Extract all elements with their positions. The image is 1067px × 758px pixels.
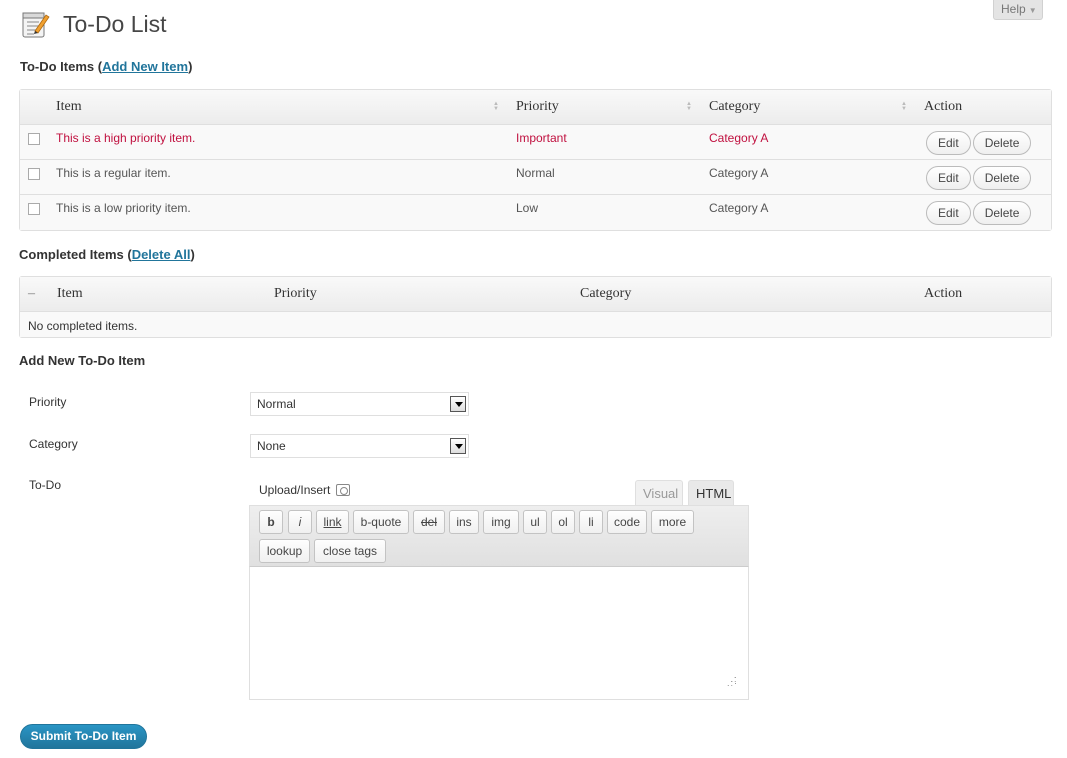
column-label: Priority — [516, 99, 559, 114]
completed-heading-suffix: ) — [190, 247, 195, 262]
column-header-category[interactable]: Category ▲ ▼ — [701, 90, 916, 125]
column-header-priority: Priority — [266, 277, 572, 312]
item-cell: This is a regular item. — [48, 160, 508, 195]
sort-arrows-icon: ▲ ▼ — [901, 101, 907, 112]
add-new-item-link[interactable]: Add New Item — [102, 59, 188, 74]
table-header-row: – Item Priority Category Action — [20, 277, 1051, 312]
column-header-item[interactable]: Item ▲ ▼ — [48, 90, 508, 125]
quicktag-bold-button[interactable]: b — [259, 510, 283, 534]
action-cell: Edit Delete — [916, 195, 1051, 230]
table-header-row: Item ▲ ▼ Priority ▲ ▼ Category ▲ ▼ Action — [20, 90, 1051, 125]
add-new-heading: Add New To-Do Item — [19, 353, 146, 368]
todo-label: To-Do — [29, 478, 62, 492]
sort-arrows-icon: ▲ ▼ — [493, 101, 499, 112]
dropdown-arrow-icon[interactable] — [450, 396, 466, 412]
row-checkbox-cell — [20, 125, 48, 160]
delete-button[interactable]: Delete — [972, 166, 1032, 190]
priority-cell: Normal — [508, 160, 701, 195]
item-cell: This is a high priority item. — [48, 125, 508, 160]
quicktag-lookup-button[interactable]: lookup — [259, 539, 310, 563]
todo-heading-suffix: ) — [188, 59, 193, 74]
row-checkbox[interactable] — [28, 133, 40, 145]
column-header-action: Action — [916, 90, 1051, 125]
quicktag-code-button[interactable]: code — [607, 510, 647, 534]
page-title: To-Do List — [63, 11, 167, 37]
upload-insert-label: Upload/Insert — [259, 483, 331, 497]
quicktag-ul-button[interactable]: ul — [523, 510, 547, 534]
table-row: This is a regular item. Normal Category … — [20, 160, 1051, 195]
todo-heading-text: To-Do Items ( — [20, 59, 103, 74]
sort-arrows-icon: ▲ ▼ — [686, 101, 692, 112]
empty-message: No completed items. — [20, 312, 1051, 337]
delete-button[interactable]: Delete — [972, 131, 1032, 155]
quicktag-bquote-button[interactable]: b-quote — [353, 510, 409, 534]
priority-selected-value: Normal — [257, 397, 296, 411]
todo-items-heading: To-Do Items (Add New Item) — [20, 59, 192, 74]
todo-textarea[interactable]: . .: .:· — [249, 566, 749, 700]
edit-button[interactable]: Edit — [926, 131, 971, 155]
dropdown-arrow-icon[interactable] — [450, 438, 466, 454]
quicktag-li-button[interactable]: li — [579, 510, 603, 534]
quicktag-ins-button[interactable]: ins — [449, 510, 479, 534]
help-button[interactable]: Help ▼ — [993, 0, 1043, 20]
completed-items-table: – Item Priority Category Action No compl… — [19, 276, 1052, 338]
tab-html[interactable]: HTML — [688, 480, 734, 506]
row-checkbox[interactable] — [28, 203, 40, 215]
upload-media-icon[interactable] — [336, 484, 351, 496]
priority-cell: Low — [508, 195, 701, 230]
row-checkbox-cell — [20, 160, 48, 195]
category-label: Category — [29, 437, 78, 451]
priority-label: Priority — [29, 395, 67, 409]
column-label: Item — [56, 99, 82, 114]
edit-button[interactable]: Edit — [926, 201, 971, 225]
category-select[interactable]: None — [250, 434, 469, 458]
column-header-action: Action — [916, 277, 1051, 312]
upload-insert: Upload/Insert — [259, 483, 351, 497]
completed-heading-text: Completed Items ( — [19, 247, 132, 262]
table-row: This is a low priority item. Low Categor… — [20, 195, 1051, 230]
column-header-priority[interactable]: Priority ▲ ▼ — [508, 90, 701, 125]
chevron-down-icon: ▼ — [1028, 6, 1037, 15]
editor-toolbar: b i link b-quote del ins img ul ol li co… — [249, 505, 749, 567]
quicktag-italic-button[interactable]: i — [288, 510, 312, 534]
header-check-column — [20, 90, 48, 125]
priority-cell: Important — [508, 125, 701, 160]
row-checkbox[interactable] — [28, 168, 40, 180]
help-label: Help — [1001, 2, 1026, 16]
empty-row: No completed items. — [20, 312, 1051, 337]
table-row: This is a high priority item. Important … — [20, 125, 1051, 160]
quicktag-close-tags-button[interactable]: close tags — [314, 539, 386, 563]
submit-todo-button[interactable]: Submit To-Do Item — [20, 724, 147, 749]
completed-items-heading: Completed Items (Delete All) — [19, 247, 195, 262]
category-cell: Category A — [701, 125, 916, 160]
edit-button[interactable]: Edit — [926, 166, 971, 190]
category-cell: Category A — [701, 195, 916, 230]
category-cell: Category A — [701, 160, 916, 195]
collapse-toggle[interactable]: – — [20, 277, 49, 312]
todo-list-page-icon — [22, 12, 50, 38]
action-cell: Edit Delete — [916, 125, 1051, 160]
quicktag-ol-button[interactable]: ol — [551, 510, 575, 534]
category-selected-value: None — [257, 439, 286, 453]
action-cell: Edit Delete — [916, 160, 1051, 195]
delete-button[interactable]: Delete — [972, 201, 1032, 225]
item-cell: This is a low priority item. — [48, 195, 508, 230]
quicktag-del-button[interactable]: del — [413, 510, 445, 534]
column-label: Category — [709, 99, 761, 114]
priority-select[interactable]: Normal — [250, 392, 469, 416]
quicktag-more-button[interactable]: more — [651, 510, 694, 534]
column-label: Action — [924, 99, 963, 114]
quicktag-img-button[interactable]: img — [483, 510, 519, 534]
column-header-item: Item — [49, 277, 266, 312]
row-checkbox-cell — [20, 195, 48, 230]
delete-all-link[interactable]: Delete All — [132, 247, 191, 262]
todo-items-table: Item ▲ ▼ Priority ▲ ▼ Category ▲ ▼ Action T… — [19, 89, 1052, 231]
tab-visual[interactable]: Visual — [635, 480, 683, 506]
quicktag-link-button[interactable]: link — [316, 510, 349, 534]
resize-grip-icon[interactable]: . .: .:· — [727, 671, 738, 688]
column-header-category: Category — [572, 277, 916, 312]
